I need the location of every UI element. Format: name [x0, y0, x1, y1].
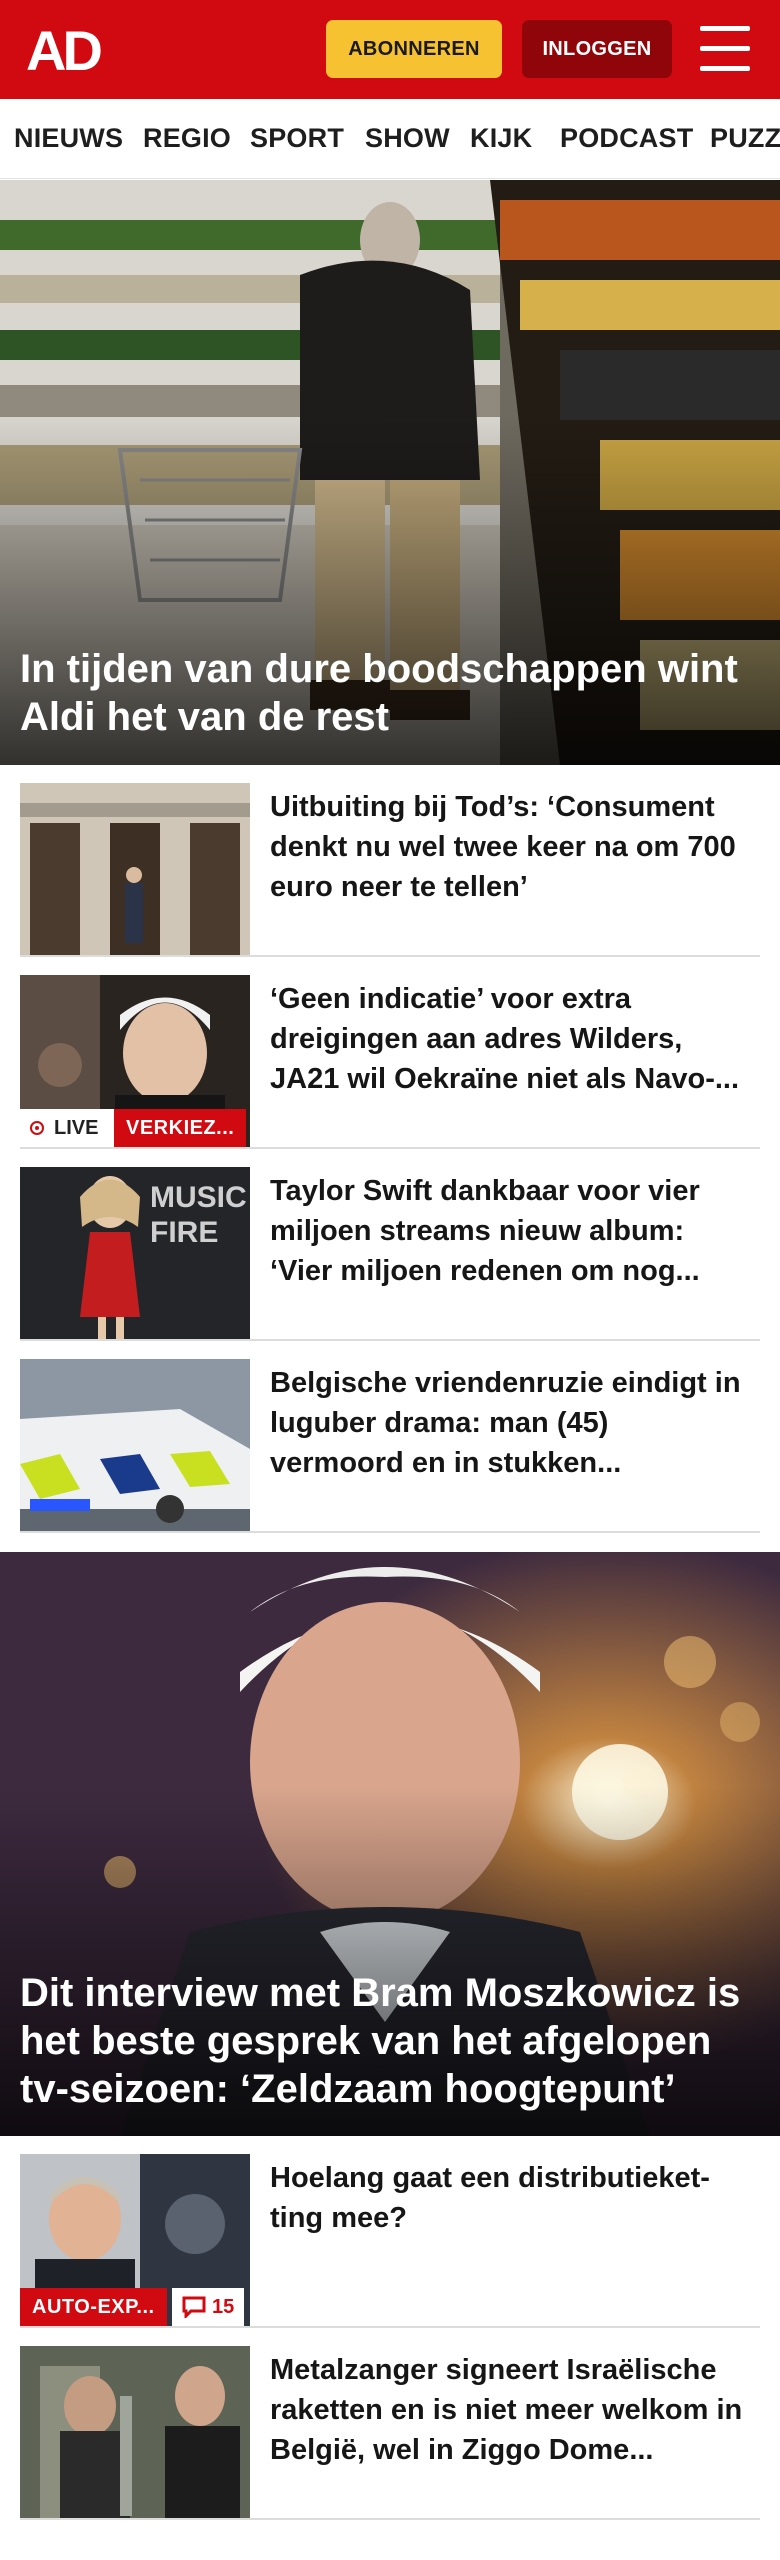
article-title: ‘Geen indicatie’ voor extra dreigingen a…: [270, 983, 740, 1095]
list-item[interactable]: Metalzanger signeert Israëlische rakette…: [20, 2328, 760, 2520]
nav-item-regio[interactable]: REGIO: [143, 123, 231, 154]
nav-item-kijk[interactable]: KIJK: [470, 123, 532, 154]
login-button[interactable]: INLOGGEN: [522, 20, 672, 78]
ad-logo[interactable]: AD: [26, 24, 116, 76]
article-thumbnail: [20, 1359, 250, 1531]
hamburger-icon[interactable]: [700, 26, 750, 72]
live-label: LIVE: [54, 1116, 99, 1139]
article-thumbnail: [20, 783, 250, 955]
list-item[interactable]: Uitbuiting bij Tod’s: ‘Consument denkt n…: [20, 765, 760, 957]
article-title: Taylor Swift dankbaar voor vier miljoen …: [270, 1175, 700, 1287]
section-nav: NIEUWS REGIO SPORT SHOW KIJK PODCAST PUZ…: [0, 99, 780, 179]
article-title: Belgische vriendenruzie eindigt in lugub…: [270, 1367, 741, 1479]
live-badge: LIVE: [20, 1109, 114, 1147]
comments-badge[interactable]: 15: [172, 2288, 245, 2326]
article-title: Hoelang gaat een distributieket-ting mee…: [270, 2162, 710, 2234]
nav-item-puzzels[interactable]: PUZZ: [710, 123, 780, 154]
live-dot-icon: [30, 1121, 44, 1135]
top-bar: AD ABONNEREN INLOGGEN: [0, 0, 780, 99]
comment-icon: [182, 2296, 206, 2318]
hero-article-aldi[interactable]: In tijden van dure boodschappen wint Ald…: [0, 180, 780, 765]
article-title: Uitbuiting bij Tod’s: ‘Consument denkt n…: [270, 791, 736, 903]
article-title: Metalzanger signeert Israëlische rakette…: [270, 2354, 743, 2466]
hero-title: In tijden van dure boodschappen wint Ald…: [20, 647, 738, 739]
subscribe-button[interactable]: ABONNEREN: [326, 20, 502, 78]
list-item[interactable]: LIVE VERKIEZ... ‘Geen indicatie’ voor ex…: [20, 957, 760, 1149]
article-thumbnail: AUTO-EXP... 15: [20, 2154, 250, 2326]
nav-item-show[interactable]: SHOW: [365, 123, 450, 154]
article-thumbnail: MUSIC FIRE: [20, 1167, 250, 1339]
hero-article-moszkowicz[interactable]: Dit interview met Bram Moszkowicz is het…: [0, 1552, 780, 2136]
nav-item-nieuws[interactable]: NIEUWS: [14, 123, 123, 154]
category-badge[interactable]: VERKIEZ...: [114, 1109, 247, 1147]
list-item[interactable]: AUTO-EXP... 15 Hoelang gaat een distribu…: [20, 2136, 760, 2328]
category-badge[interactable]: AUTO-EXP...: [20, 2288, 167, 2326]
article-thumbnail: [20, 2346, 250, 2518]
comments-count: 15: [212, 2295, 235, 2318]
nav-item-podcast[interactable]: PODCAST: [560, 123, 693, 154]
hero-title: Dit interview met Bram Moszkowicz is het…: [20, 1971, 741, 2111]
list-item[interactable]: Belgische vriendenruzie eindigt in lugub…: [20, 1341, 760, 1533]
article-thumbnail: LIVE VERKIEZ...: [20, 975, 250, 1147]
nav-item-sport[interactable]: SPORT: [250, 123, 344, 154]
svg-text:FIRE: FIRE: [150, 1216, 218, 1249]
list-item[interactable]: MUSIC FIRE Taylor Swift dankbaar voor vi…: [20, 1149, 760, 1341]
svg-text:AD: AD: [26, 24, 101, 76]
svg-text:MUSIC: MUSIC: [150, 1181, 247, 1214]
